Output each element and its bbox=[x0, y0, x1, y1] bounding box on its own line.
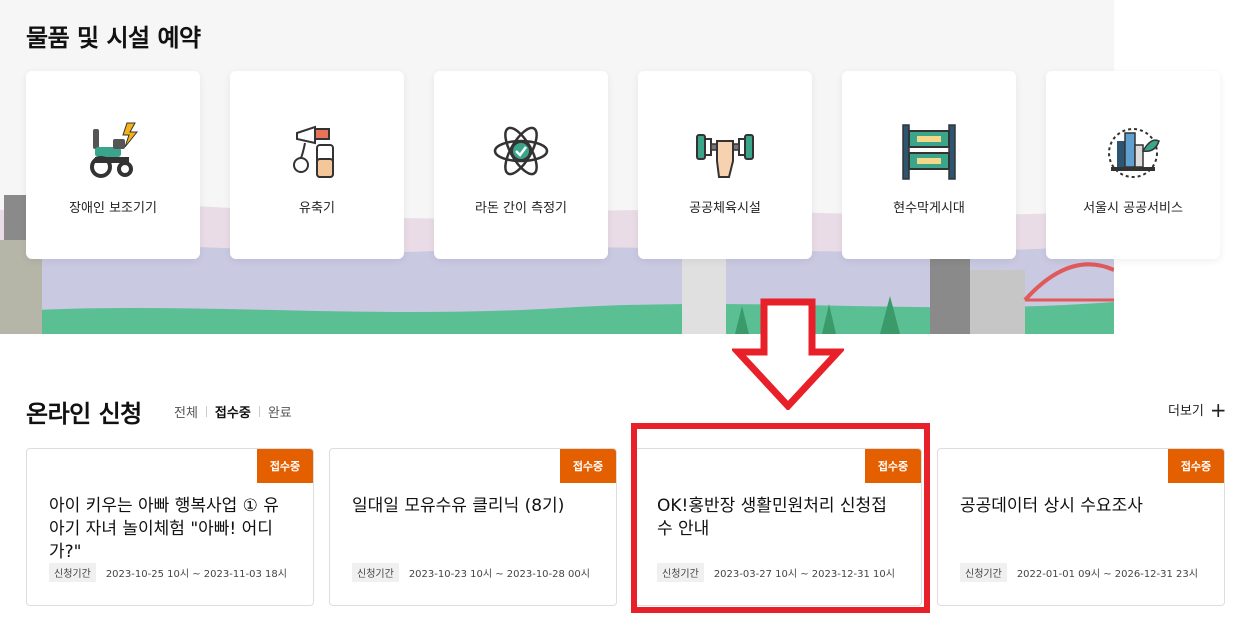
facility-label: 공공체육시설 bbox=[689, 201, 761, 216]
facility-label: 현수막게시대 bbox=[893, 201, 965, 216]
facility-card-radon-meter[interactable]: 라돈 간이 측정기 bbox=[434, 71, 608, 259]
application-period: 신청기간 2023-10-25 10시 ~ 2023-11-03 18시 bbox=[49, 563, 287, 582]
status-filter-tabs: 전체 접수중 완료 bbox=[174, 402, 292, 421]
filter-tab-closed[interactable]: 완료 bbox=[268, 402, 292, 421]
status-badge: 접수중 bbox=[1168, 449, 1224, 483]
facility-label: 라돈 간이 측정기 bbox=[475, 201, 567, 216]
facility-card-breast-pump[interactable]: 유축기 bbox=[230, 71, 404, 259]
application-title: 아이 키우는 아빠 행복사업 ① 유아기 자녀 놀이체험 "아빠! 어디가?" bbox=[49, 496, 279, 562]
annotation-arrow bbox=[732, 298, 844, 410]
facility-label: 장애인 보조기기 bbox=[69, 201, 157, 216]
facility-card-banner-stand[interactable]: 현수막게시대 bbox=[842, 71, 1016, 259]
facility-label: 유축기 bbox=[299, 201, 335, 216]
plus-icon: + bbox=[1209, 397, 1227, 422]
application-card[interactable]: 접수중 공공데이터 상시 수요조사 신청기간 2022-01-01 09시 ~ … bbox=[937, 448, 1225, 606]
application-card[interactable]: 접수중 일대일 모유수유 클리닉 (8기) 신청기간 2023-10-23 10… bbox=[329, 448, 617, 606]
atom-icon bbox=[493, 126, 549, 176]
more-label: 더보기 bbox=[1168, 404, 1204, 419]
facility-card-assistive-device[interactable]: 장애인 보조기기 bbox=[26, 71, 200, 259]
filter-tab-open[interactable]: 접수중 bbox=[215, 402, 251, 421]
period-value: 2023-10-25 10시 ~ 2023-11-03 18시 bbox=[105, 569, 287, 580]
status-badge: 접수중 bbox=[257, 449, 313, 483]
filter-divider bbox=[258, 406, 260, 417]
banner-stand-icon bbox=[902, 124, 956, 180]
facility-section-title: 물품 및 시설 예약 bbox=[26, 24, 201, 52]
facility-card-seoul-public-service[interactable]: 서울시 공공서비스 bbox=[1046, 71, 1220, 259]
dumbbell-icon bbox=[696, 134, 754, 178]
online-section-title: 온라인 신청 bbox=[26, 400, 142, 428]
application-period: 신청기간 2023-10-23 10시 ~ 2023-10-28 00시 bbox=[352, 563, 590, 582]
period-value: 2023-10-23 10시 ~ 2023-10-28 00시 bbox=[408, 569, 590, 580]
application-card[interactable]: 접수중 아이 키우는 아빠 행복사업 ① 유아기 자녀 놀이체험 "아빠! 어디… bbox=[26, 448, 314, 606]
more-link[interactable]: 더보기 + bbox=[1168, 397, 1227, 422]
application-title: 공공데이터 상시 수요조사 bbox=[960, 496, 1143, 516]
wheelchair-icon bbox=[90, 122, 139, 178]
status-badge: 접수중 bbox=[560, 449, 616, 483]
application-period: 신청기간 2022-01-01 09시 ~ 2026-12-31 23시 bbox=[960, 563, 1198, 582]
facility-card-sports-facility[interactable]: 공공체육시설 bbox=[638, 71, 812, 259]
period-tag: 신청기간 bbox=[960, 563, 1007, 582]
filter-divider bbox=[205, 406, 207, 417]
period-tag: 신청기간 bbox=[352, 563, 399, 582]
annotation-highlight-box bbox=[631, 423, 930, 613]
city-globe-icon bbox=[1108, 128, 1160, 178]
filter-tab-all[interactable]: 전체 bbox=[174, 402, 198, 421]
application-title: 일대일 모유수유 클리닉 (8기) bbox=[352, 496, 565, 516]
period-tag: 신청기간 bbox=[49, 563, 96, 582]
period-value: 2022-01-01 09시 ~ 2026-12-31 23시 bbox=[1016, 569, 1198, 580]
facility-label: 서울시 공공서비스 bbox=[1083, 201, 1183, 216]
breast-pump-icon bbox=[293, 125, 334, 178]
